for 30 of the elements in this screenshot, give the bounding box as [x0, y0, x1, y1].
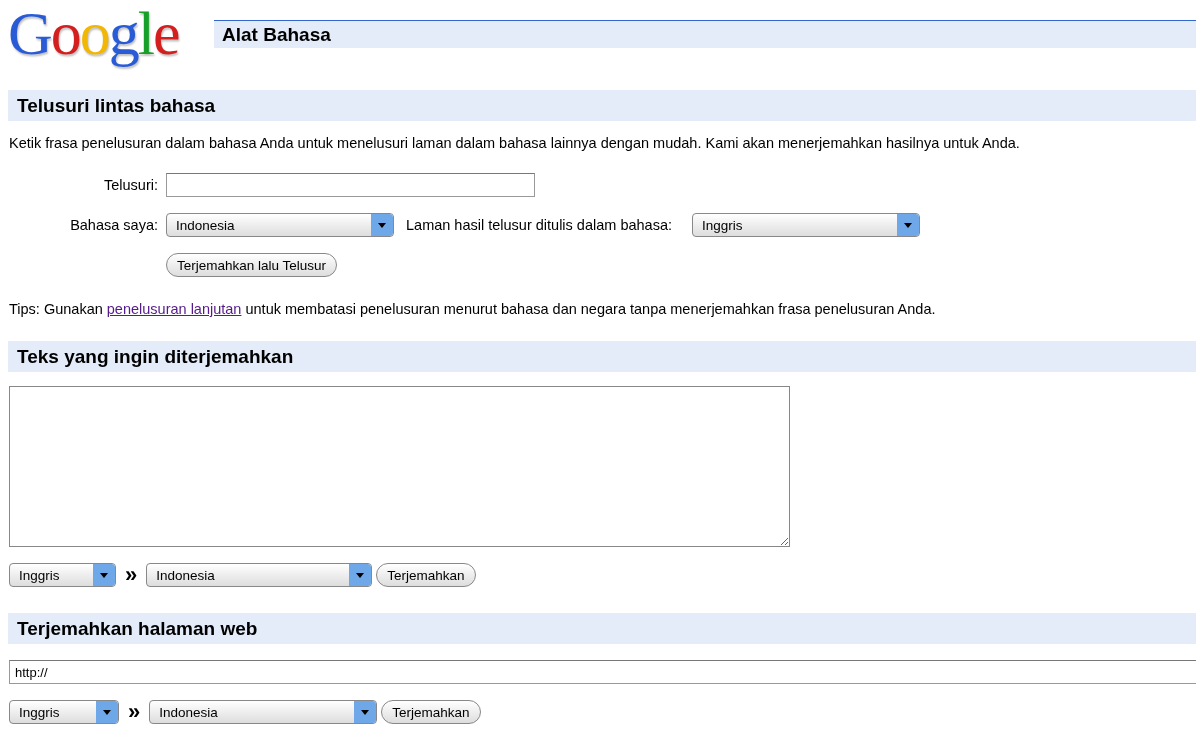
advanced-search-link[interactable]: penelusuran lanjutan [106, 301, 242, 317]
tips-text: Tips: Gunakan penelusuran lanjutan untuk membatasi penelusuran menurut bahasa dan negara tanpa menerjemahkan frasa penelusuran Anda. [8, 301, 937, 317]
field-label: Telusuri: [103, 177, 159, 193]
field-label: Bahasa saya: [69, 217, 159, 233]
dropdown[interactable]: Inggris [9, 563, 116, 587]
translate-button[interactable]: Terjemahkan [381, 700, 481, 724]
dropdown[interactable]: Indonesia [166, 213, 394, 237]
translate-button[interactable]: Terjemahkan [376, 563, 476, 587]
caret-icon [93, 564, 115, 586]
description: Ketik frasa penelusuran dalam bahasa Anda untuk menelusuri laman dalam bahasa lainnya dengan mudah. Kami akan menerjemahkan hasilnya untuk Anda. [8, 135, 1021, 151]
dropdown[interactable]: Indonesia [146, 563, 373, 587]
dropdown[interactable]: Inggris [9, 700, 119, 724]
dropdown[interactable]: Indonesia [149, 700, 378, 724]
caret-icon [354, 701, 377, 723]
caret-icon [897, 214, 919, 236]
section-heading: Terjemahkan halaman web [8, 613, 1196, 644]
dropdown[interactable]: Inggris [692, 213, 920, 237]
caret-icon [371, 214, 393, 236]
translate-search-button[interactable]: Terjemahkan lalu Telusur [166, 253, 338, 277]
search-field[interactable] [166, 173, 535, 197]
page-title: Alat Bahasa [214, 20, 1196, 48]
section-heading: Telusuri lintas bahasa [8, 90, 1196, 121]
url-field[interactable]: http:// [9, 660, 1196, 684]
field-label: Laman hasil telusur ditulis dalam bahasa: [406, 217, 673, 233]
caret-icon [96, 701, 118, 723]
separator-mark: » [124, 565, 139, 585]
logo: Google [7, 0, 180, 66]
separator-mark: » [127, 702, 142, 722]
section-heading: Teks yang ingin diterjemahkan [8, 341, 1196, 372]
caret-icon [349, 564, 372, 586]
